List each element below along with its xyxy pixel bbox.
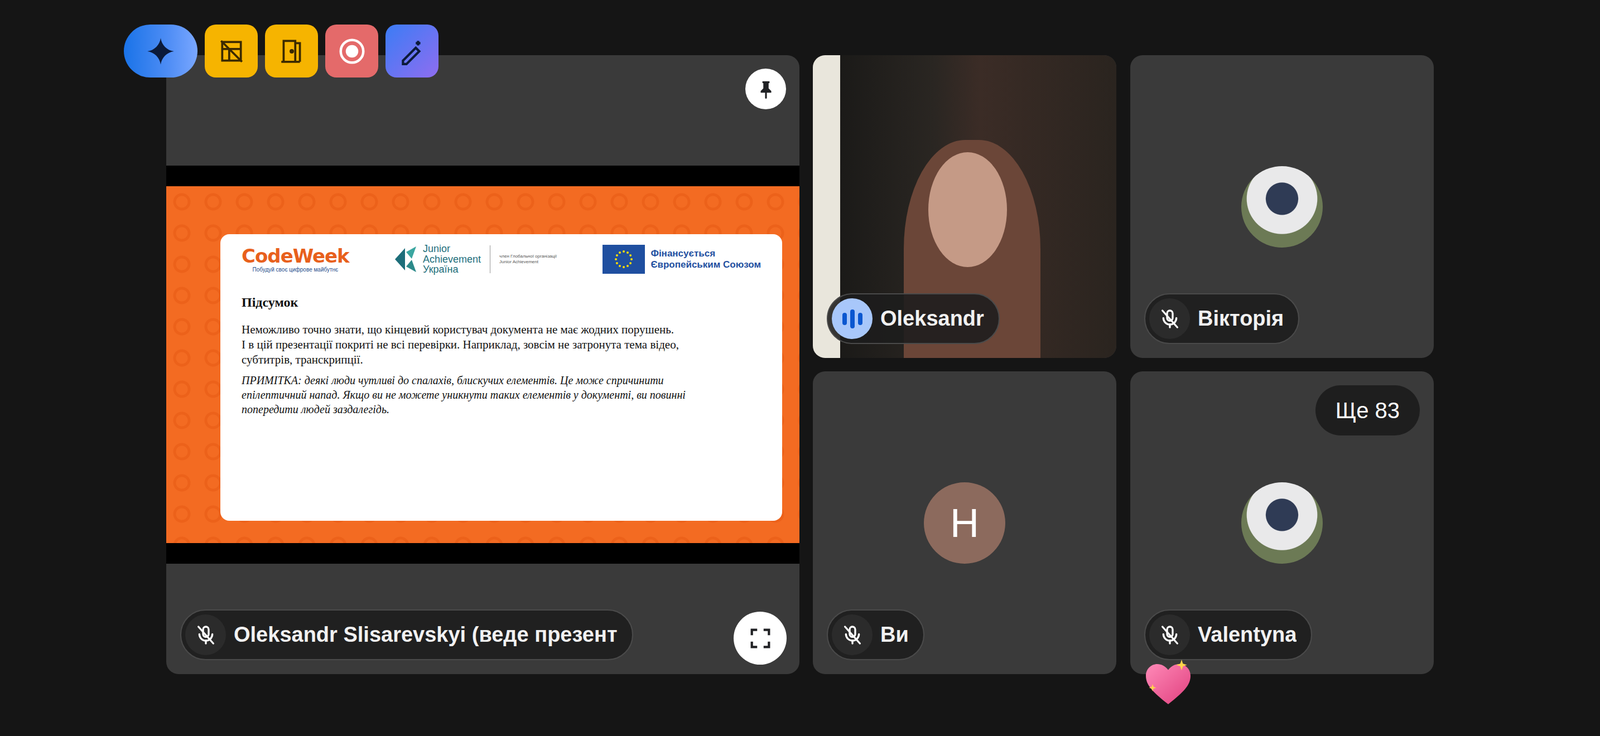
participant-name: Oleksandr [880,302,985,335]
slide-paragraph: Неможливо точно знати, що кінцевий корис… [241,322,722,368]
participant-tile[interactable]: Вікторія [1130,55,1434,359]
slide-line: Неможливо точно знати, що кінцевий корис… [241,322,722,338]
eu-logo: ФінансуєтьсяЄвропейським Союзом [602,244,761,274]
avatar-photo [1241,166,1323,248]
magic-pen-icon[interactable] [385,24,439,78]
door-exit-icon[interactable] [264,24,318,78]
name-label: Вікторія [1144,293,1300,345]
record-icon[interactable] [325,24,379,78]
codeweek-logo: CodeWeekПобудуй своє цифрове майбутнє [241,246,350,273]
eu-line: Європейським Союзом [650,259,761,271]
slide-frame: CodeWeekПобудуй своє цифрове майбутнє Jun… [166,165,800,565]
slide-logos: CodeWeekПобудуй своє цифрове майбутнє Jun… [241,241,761,278]
ja-line: Junior [422,243,481,255]
participant-tile[interactable]: Ще 83 Valentyna [1130,371,1434,675]
mic-off-icon [1149,614,1190,656]
gemini-sparkle-icon[interactable] [123,24,198,78]
presenter-label: Oleksandr Slisarevskyi (веде презент [180,609,634,661]
presentation-tile: CodeWeekПобудуй своє цифрове майбутнє Jun… [166,55,800,675]
mic-off-icon [831,614,873,656]
avatar-initial: H [923,482,1006,565]
participant-name: Вікторія [1197,302,1284,335]
ja-member-text: член Глобальної організаціїJunior Achiev… [499,253,557,265]
slide-title: Підсумок [241,292,761,313]
meeting-toolbar [123,24,439,78]
name-label: Oleksandr [826,293,1000,345]
mic-off-icon [1149,298,1190,340]
ja-name: JuniorAchievementУкраїна [422,243,481,276]
slide-card: CodeWeekПобудуй своє цифрове майбутнє Jun… [220,234,783,522]
layout-off-icon[interactable] [204,24,258,78]
meeting-stage: CodeWeekПобудуй своє цифрове майбутнє Jun… [0,0,1600,675]
participant-name: Valentyna [1197,619,1297,652]
ja-member-line: член Глобальної організації [499,253,557,260]
codeweek-subtitle: Побудуй своє цифрове майбутнє [252,267,339,273]
eu-line: Фінансується [650,248,761,260]
participant-tile[interactable]: H Ви [812,371,1117,675]
fullscreen-icon[interactable] [733,611,787,665]
ja-member-line: Junior Achievement [499,259,557,265]
participant-tile[interactable]: Oleksandr [812,55,1117,359]
speaking-icon [831,298,873,340]
logo-divider [489,245,491,274]
junior-achievement-logo: JuniorAchievementУкраїна член Глобальної … [394,243,557,276]
mic-off-icon [185,614,226,656]
ja-line: Achievement [422,254,481,265]
pin-icon[interactable] [745,68,787,110]
name-label: Ви [826,609,925,661]
slide: CodeWeekПобудуй своє цифрове майбутнє Jun… [166,186,800,544]
participant-grid: Oleksandr Вікторія H Ви Ще 83 Valentyna [812,55,1434,675]
more-participants-badge: Ще 83 [1315,385,1420,436]
sparkling-heart-icon [1141,657,1195,708]
slide-line: І в цій презентації покриті не всі перев… [241,337,722,368]
ja-line: Україна [422,264,481,276]
avatar-photo [1241,482,1323,565]
name-label: Valentyna [1144,609,1313,661]
presenter-name: Oleksandr Slisarevskyi (веде презент [233,619,618,652]
codeweek-title: CodeWeek [241,246,350,266]
slide-note: ПРИМІТКА: деякі люди чутливі до спалахів… [241,373,722,417]
ja-triangles-icon [394,245,418,274]
participant-name: Ви [880,619,909,652]
eu-funding-text: ФінансуєтьсяЄвропейським Союзом [650,248,761,271]
eu-flag-icon [602,244,645,274]
